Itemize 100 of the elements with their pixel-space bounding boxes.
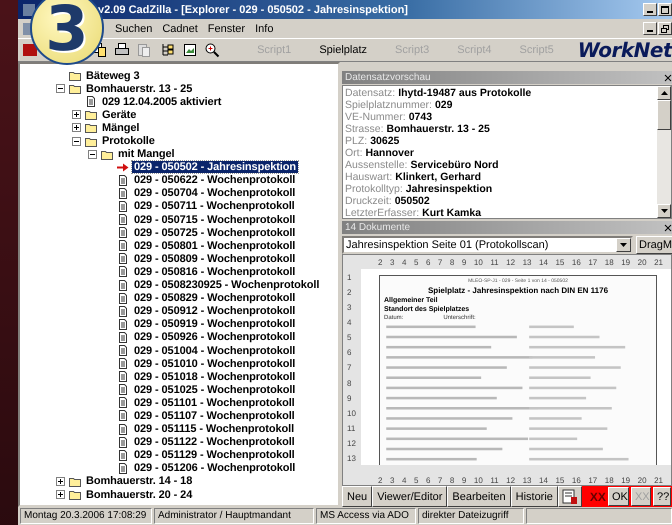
document-icon xyxy=(117,450,129,461)
zoom-icon[interactable] xyxy=(204,42,220,58)
document-icon xyxy=(117,424,129,435)
tree-item[interactable]: 029 - 050919 - Wochenprotokoll xyxy=(132,318,298,330)
menu-item[interactable]: Cadnet xyxy=(157,22,203,34)
ruler-number: 7 xyxy=(438,258,442,266)
ruler-number: 6 xyxy=(426,258,430,266)
collapse-toggle[interactable] xyxy=(88,150,97,159)
ruler-number: 14 xyxy=(539,258,548,266)
action-button[interactable]: Viewer/Editor xyxy=(372,486,448,507)
tree-item[interactable]: 029 - 051206 - Wochenprotokoll xyxy=(132,462,298,474)
field-value: Kurt Kamka xyxy=(422,207,482,218)
tree-item[interactable]: 029 - 051122 - Wochenprotokoll xyxy=(132,436,297,448)
document-icon xyxy=(117,214,129,226)
tree-item[interactable]: Bomhauerstr. 20 - 24 xyxy=(84,488,194,501)
tree-item[interactable]: Geräte xyxy=(100,108,138,121)
action-button[interactable]: Neu xyxy=(342,486,372,507)
field-label: Druckzeit: xyxy=(345,195,392,207)
tree-item[interactable]: 029 - 050912 - Wochenprotokoll xyxy=(132,305,298,318)
tree-item[interactable]: Mängel xyxy=(100,122,142,134)
picture-document-icon[interactable] xyxy=(182,42,198,58)
document-icon xyxy=(117,332,129,343)
tree-item[interactable]: Bomhauerstr. 13 - 25 xyxy=(84,82,194,95)
ruler-number: 8 xyxy=(450,476,454,485)
tree-item[interactable]: 029 - 051025 - Wochenprotokoll xyxy=(132,384,298,396)
action-button[interactable]: Historie xyxy=(510,486,558,507)
ruler-number: 2 xyxy=(378,476,382,485)
tree-item[interactable]: 029 - 051101 - Wochenprotokoll xyxy=(132,396,297,409)
restore-button[interactable] xyxy=(658,22,672,35)
document-icon xyxy=(117,358,129,370)
minimize-icon xyxy=(647,11,653,13)
ruler-number: 11 xyxy=(490,258,499,266)
tree-item[interactable]: 029 - 050809 - Wochenprotokoll xyxy=(132,252,298,265)
tree-item[interactable]: 029 - 051107 - Wochenprotokoll xyxy=(132,410,297,422)
tree-item[interactable]: 029 - 051010 - Wochenprotokoll xyxy=(132,358,298,370)
expand-toggle[interactable] xyxy=(56,476,65,486)
save-button[interactable] xyxy=(558,486,582,507)
tree-item[interactable]: 029 - 051129 - Wochenprotokoll xyxy=(132,449,297,462)
ruler-number: 1 xyxy=(347,273,352,282)
drag-button[interactable]: DragM xyxy=(636,236,672,254)
scrollbar[interactable] xyxy=(657,86,671,218)
expand-toggle[interactable] xyxy=(56,490,65,500)
collapse-toggle[interactable] xyxy=(72,136,81,146)
ruler-number: 18 xyxy=(604,476,614,485)
script-button[interactable]: Spielplatz xyxy=(315,42,372,58)
tree-item[interactable]: 029 - 051018 - Wochenprotokoll xyxy=(132,370,298,383)
document-icon xyxy=(117,280,129,291)
minimize-button[interactable] xyxy=(643,22,657,35)
expand-toggle[interactable] xyxy=(72,123,81,132)
status-text: Montag 20.3.2006 17:08:29 xyxy=(20,508,152,524)
tree-item[interactable]: 029 - 0508230925 - Wochenprotokoll xyxy=(132,279,322,292)
tree-item[interactable]: 029 12.04.2005 aktiviert xyxy=(100,96,224,108)
tree-item[interactable]: Protokolle xyxy=(100,135,157,148)
tree-item[interactable]: Bomhauerstr. 14 - 18 xyxy=(84,475,194,488)
tree-item[interactable]: 029 - 050801 - Wochenprotokoll xyxy=(132,240,298,252)
tree-item[interactable]: 029 - 050711 - Wochenprotokoll xyxy=(132,200,297,212)
ruler-number: 5 xyxy=(347,333,352,342)
scrollbar-thumb[interactable] xyxy=(657,100,671,130)
maximize-button[interactable] xyxy=(658,3,672,16)
tree-item[interactable]: Bäteweg 3 xyxy=(84,70,142,82)
document-icon xyxy=(117,371,129,382)
collapse-toggle[interactable] xyxy=(56,84,65,94)
expand-toggle[interactable] xyxy=(72,110,81,120)
tree-item[interactable]: 029 - 050704 - Wochenprotokoll xyxy=(132,187,298,200)
menu-item[interactable]: Suchen xyxy=(110,22,158,34)
clipboard-icon[interactable] xyxy=(136,42,152,58)
tree-item[interactable]: 029 - 050725 - Wochenprotokoll xyxy=(132,226,298,239)
tree-item[interactable]: mit Mangel xyxy=(116,148,176,160)
minimize-button[interactable] xyxy=(643,3,657,16)
close-icon[interactable] xyxy=(664,224,672,232)
document-icon xyxy=(117,436,129,448)
ruler-number: 6 xyxy=(426,476,430,485)
tree-item[interactable]: 029 - 050715 - Wochenprotokoll xyxy=(132,214,298,226)
tree-item[interactable]: 029 - 050816 - Wochenprotokoll xyxy=(132,266,298,278)
action-button[interactable]: Bearbeiten xyxy=(447,486,511,507)
tree-item[interactable]: 029 - 050502 - Jahresinspektion xyxy=(132,161,298,174)
document-icon xyxy=(117,306,129,317)
plus-icon xyxy=(57,478,64,485)
field-value: 0743 xyxy=(408,111,432,123)
page-dropdown[interactable]: Jahresinspektion Seite 01 (Protokollscan) xyxy=(342,236,633,254)
confirm-button[interactable]: OK xyxy=(608,487,629,506)
close-icon[interactable] xyxy=(664,74,672,82)
field-value: 050502 xyxy=(394,195,430,207)
status-text: direkter Dateizugriff xyxy=(418,508,524,524)
ruler-number: 18 xyxy=(604,258,614,266)
menu-item[interactable]: Fenster xyxy=(202,22,250,34)
document-icon xyxy=(117,253,129,264)
tree-item[interactable]: 029 - 051115 - Wochenprotokoll xyxy=(132,423,296,436)
confirm-button[interactable]: ?? xyxy=(652,487,671,506)
tree-item[interactable]: 029 - 050926 - Wochenprotokoll xyxy=(132,331,298,344)
panel-title: Datensatzvorschau xyxy=(345,72,431,83)
tree-icon[interactable] xyxy=(160,42,176,58)
field-value: Bomhauerstr. 13 - 25 xyxy=(386,123,490,135)
tree-item[interactable]: 029 - 050622 - Wochenprotokoll xyxy=(132,174,298,186)
tree-item[interactable]: 029 - 051004 - Wochenprotokoll xyxy=(132,344,298,357)
document-icon xyxy=(117,462,129,474)
printer-icon[interactable] xyxy=(114,42,130,58)
ruler-number: 9 xyxy=(462,476,466,485)
tree-item[interactable]: 029 - 050829 - Wochenprotokoll xyxy=(132,292,298,304)
menu-item[interactable]: Info xyxy=(250,22,278,34)
